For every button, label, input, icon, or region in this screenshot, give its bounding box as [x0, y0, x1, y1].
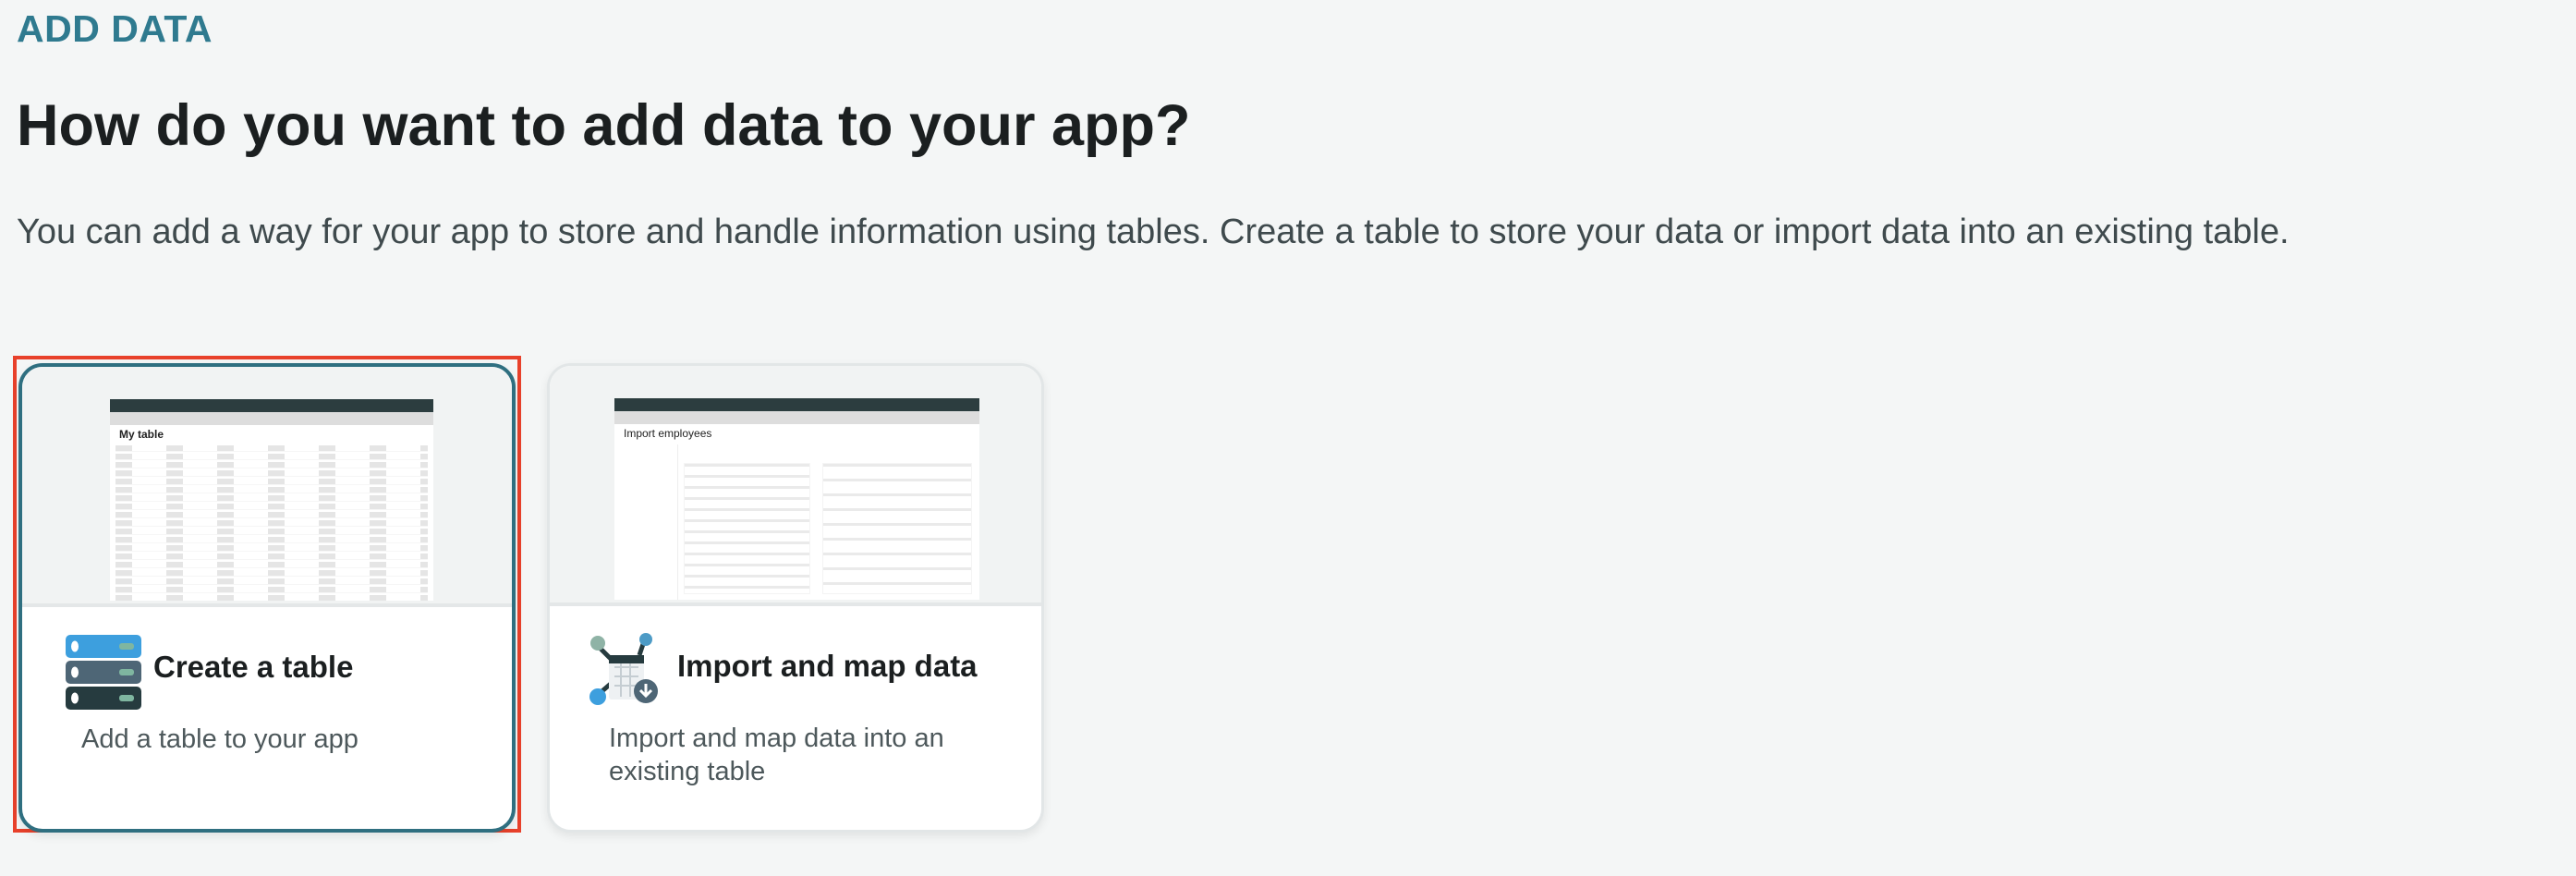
import-data-preview: Import employees	[550, 366, 1041, 606]
create-table-card[interactable]: My table Create a table Add a table to y…	[18, 363, 516, 833]
card-title: Create a table	[153, 650, 354, 684]
card-description: Import and map data into an existing tab…	[609, 724, 944, 786]
card-description: Add a table to your app	[81, 724, 358, 754]
card-title: Import and map data	[677, 649, 978, 683]
section-eyebrow: ADD DATA	[17, 7, 213, 50]
page-title: How do you want to add data to your app?	[17, 93, 1191, 158]
import-map-data-card[interactable]: Import employees Import and map data Imp…	[547, 363, 1044, 833]
preview-heading: My table	[119, 428, 164, 441]
page-description: You can add a way for your app to store …	[17, 213, 2290, 251]
create-table-preview: My table	[22, 367, 512, 607]
preview-heading: Import employees	[624, 427, 712, 440]
import-table-icon	[589, 633, 658, 705]
database-stack-icon	[66, 635, 141, 710]
preview-screenshot: My table	[110, 399, 433, 601]
preview-screenshot: Import employees	[614, 398, 979, 600]
